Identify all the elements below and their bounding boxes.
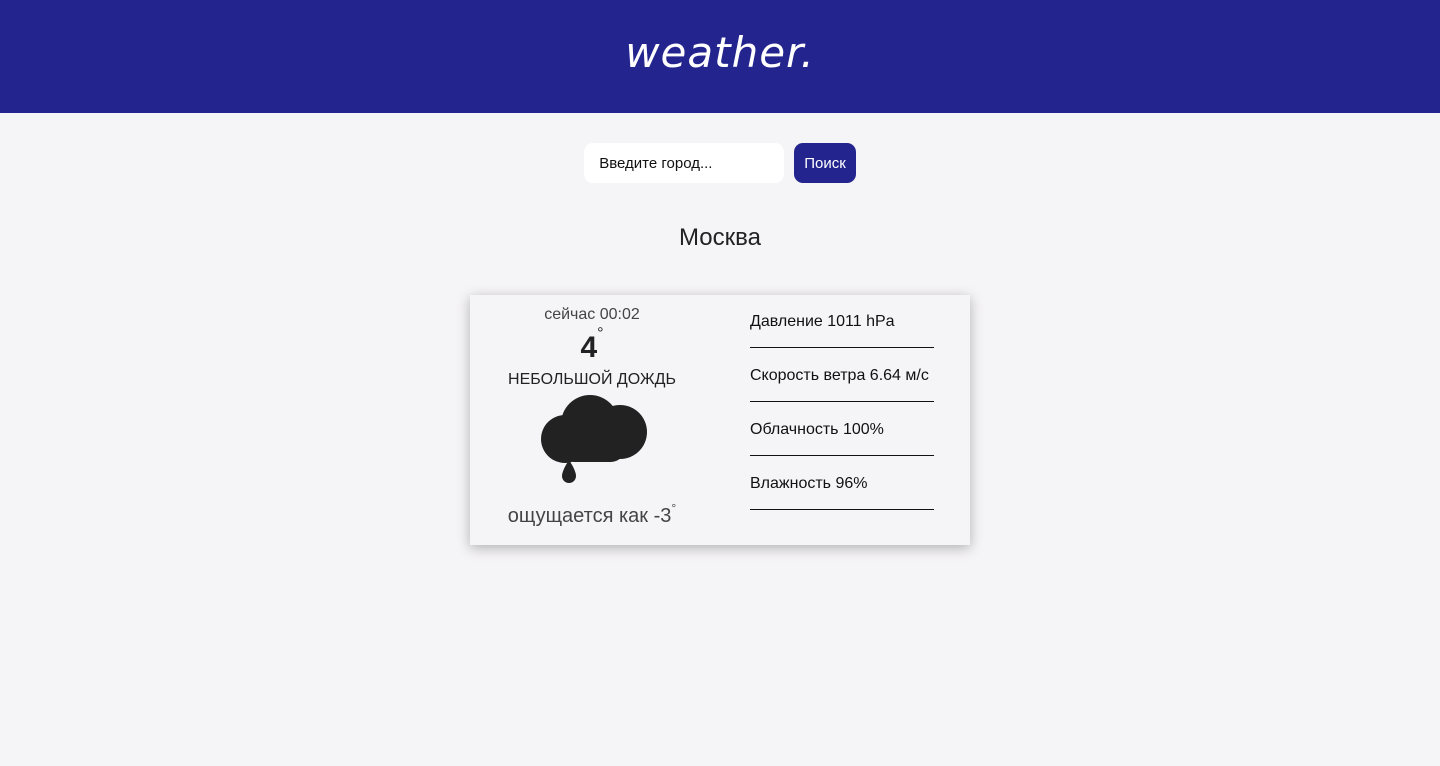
- current-time: сейчас 00:02: [544, 306, 640, 323]
- pressure-detail: Давление 1011 hPa: [750, 295, 934, 348]
- temperature: 4°: [470, 325, 714, 365]
- logo: weather.: [625, 28, 815, 77]
- cloud-rain-icon: [541, 395, 647, 483]
- degree-symbol: °: [671, 501, 677, 515]
- city-name: Москва: [679, 224, 761, 251]
- weather-condition: НЕБОЛЬШОЙ ДОЖДЬ: [508, 371, 676, 388]
- current-weather: сейчас 00:02 4° НЕБОЛЬШОЙ ДОЖДЬ ощущаетс…: [470, 295, 714, 545]
- degree-symbol: °: [597, 325, 604, 342]
- temperature-value: 4: [580, 331, 598, 364]
- weather-details: Давление 1011 hPa Скорость ветра 6.64 м/…: [750, 295, 934, 511]
- humidity-detail: Влажность 96%: [750, 457, 934, 510]
- search-bar: Поиск: [0, 143, 1440, 183]
- city-search-input[interactable]: [584, 143, 785, 183]
- cloudiness-detail: Облачность 100%: [750, 403, 934, 456]
- wind-speed-detail: Скорость ветра 6.64 м/с: [750, 349, 934, 402]
- feels-like-text: ощущается как -3: [507, 505, 672, 527]
- feels-like: ощущается как -3°: [470, 501, 714, 528]
- site-header: weather.: [0, 0, 1440, 113]
- weather-card: сейчас 00:02 4° НЕБОЛЬШОЙ ДОЖДЬ ощущаетс…: [470, 295, 970, 545]
- search-button[interactable]: Поиск: [794, 143, 856, 183]
